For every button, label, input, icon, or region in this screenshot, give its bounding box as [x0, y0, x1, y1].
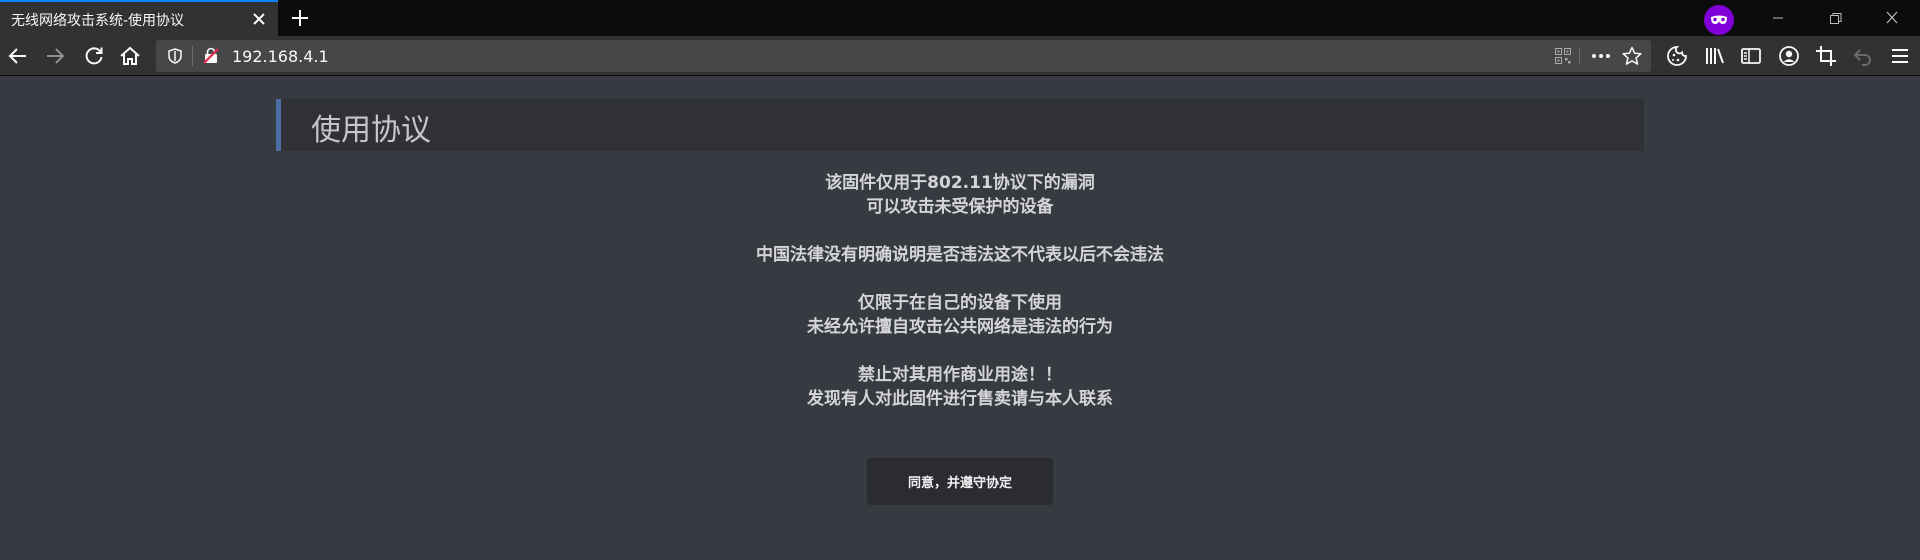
url-divider: [1579, 47, 1580, 65]
close-icon[interactable]: [248, 8, 270, 30]
restore-icon[interactable]: [1823, 7, 1847, 29]
forward-arrow-icon[interactable]: [42, 43, 68, 69]
browser-tab[interactable]: 无线网络攻击系统-使用协议: [0, 0, 278, 36]
notice-line: 仅限于在自己的设备下使用: [858, 293, 1062, 313]
sidebar-icon[interactable]: [1738, 43, 1764, 69]
ellipsis-icon[interactable]: [1590, 47, 1612, 65]
shield-icon[interactable]: [166, 47, 184, 65]
page-title: 使用协议: [311, 113, 431, 148]
agree-button[interactable]: 同意，并遵守协定: [867, 458, 1053, 505]
minimize-icon[interactable]: [1766, 7, 1790, 29]
window-close-icon[interactable]: [1880, 7, 1904, 29]
url-bar[interactable]: 192.168.4.1: [156, 40, 1651, 72]
agreement-text: 该固件仅用于802.11协议下的漏洞 可以攻击未受保护的设备 中国法律没有明确说…: [0, 171, 1920, 411]
url-divider: [192, 46, 193, 66]
notice-line: 可以攻击未受保护的设备: [866, 197, 1054, 217]
insecure-lock-icon[interactable]: [202, 47, 220, 65]
hamburger-menu-icon[interactable]: [1887, 43, 1913, 69]
page-header: 使用协议: [276, 99, 1644, 151]
star-icon[interactable]: [1621, 45, 1643, 67]
notice-line: 发现有人对此固件进行售卖请与本人联系: [807, 389, 1113, 409]
home-icon[interactable]: [117, 43, 143, 69]
tab-strip: 无线网络攻击系统-使用协议: [0, 0, 1920, 36]
back-arrow-icon[interactable]: [5, 43, 31, 69]
reload-icon[interactable]: [81, 43, 107, 69]
account-icon[interactable]: [1776, 43, 1802, 69]
library-icon[interactable]: [1702, 43, 1728, 69]
url-text[interactable]: 192.168.4.1: [232, 47, 329, 66]
notice-line: 禁止对其用作商业用途！！: [858, 365, 1062, 385]
navigation-toolbar: 192.168.4.1: [0, 36, 1920, 76]
private-mask-icon: [1704, 5, 1734, 35]
tab-title: 无线网络攻击系统-使用协议: [11, 13, 185, 29]
page-content: 使用协议 该固件仅用于802.11协议下的漏洞 可以攻击未受保护的设备 中国法律…: [0, 77, 1920, 560]
undo-icon[interactable]: [1850, 43, 1876, 69]
cookie-icon[interactable]: [1664, 43, 1690, 69]
plus-icon[interactable]: [288, 6, 312, 30]
notice-line: 未经允许擅自攻击公共网络是违法的行为: [807, 317, 1113, 337]
qr-code-icon[interactable]: [1554, 47, 1572, 65]
notice-line: 该固件仅用于802.11协议下的漏洞: [825, 173, 1095, 193]
notice-line: 中国法律没有明确说明是否违法这不代表以后不会违法: [756, 245, 1164, 265]
screenshot-crop-icon[interactable]: [1813, 43, 1839, 69]
